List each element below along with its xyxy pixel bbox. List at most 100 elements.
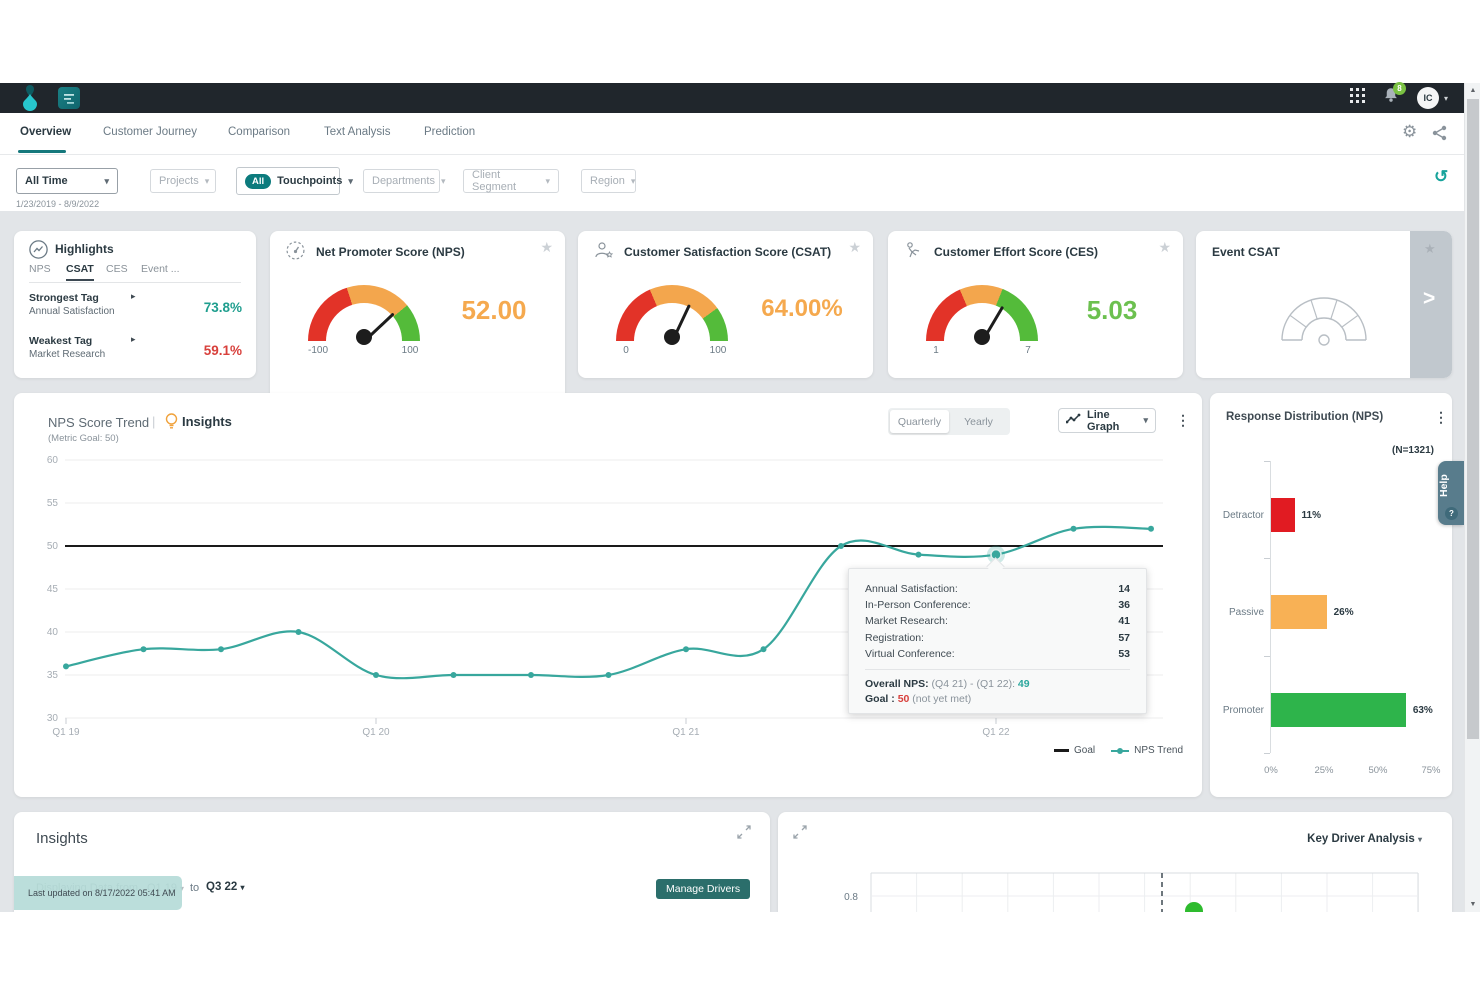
nps-kpi-card[interactable]: Net Promoter Score (NPS) ★ -100 100 52.0… [270, 231, 565, 397]
region-dropdown[interactable]: Region ▾ [581, 169, 636, 193]
last-updated-text: Last updated on 8/17/2022 05:41 AM [28, 888, 176, 898]
passive-bar[interactable] [1271, 595, 1327, 629]
bar-value-label: 63% [1413, 705, 1433, 716]
scrollbar-thumb[interactable] [1467, 99, 1479, 739]
tab-prediction[interactable]: Prediction [424, 126, 475, 138]
person-effort-icon [904, 241, 924, 266]
viewport-cutoff [0, 912, 1480, 987]
share-icon[interactable] [1432, 125, 1447, 146]
carousel-overlay: ★ > [1410, 231, 1452, 378]
time-range-dropdown[interactable]: All Time ▾ [16, 168, 118, 194]
data-point[interactable] [218, 646, 224, 652]
bar-category-label: Passive [1210, 607, 1264, 618]
csat-kpi-card[interactable]: Customer Satisfaction Score (CSAT) ★ 0 1… [578, 231, 873, 378]
legend-goal[interactable]: Goal [1054, 745, 1095, 756]
favorite-star-icon[interactable]: ★ [540, 239, 553, 256]
kpi-title: Customer Satisfaction Score (CSAT) [624, 245, 831, 259]
data-point[interactable] [838, 543, 844, 549]
chevron-down-icon: ▾ [631, 176, 636, 187]
brand-logo-icon[interactable] [20, 85, 40, 116]
favorite-star-icon[interactable]: ★ [1158, 239, 1171, 256]
sample-size-label: (N=1321) [1392, 445, 1434, 456]
apps-grid-icon[interactable] [1350, 88, 1365, 108]
tab-overview[interactable]: Overview [20, 126, 71, 138]
data-point[interactable] [1071, 526, 1077, 532]
favorite-star-icon[interactable]: ★ [848, 239, 861, 256]
data-point[interactable] [1148, 526, 1154, 532]
response-distribution-panel: Response Distribution (NPS) ⋮ (N=1321) D… [1210, 393, 1452, 797]
tab-text-analysis[interactable]: Text Analysis [324, 126, 390, 138]
to-period-dropdown[interactable]: Q3 22 ▾ [206, 881, 245, 893]
bar-value-label: 26% [1334, 607, 1354, 618]
x-tick-label: Q1 20 [362, 727, 390, 738]
csat-gauge: 0 100 [616, 285, 728, 341]
date-range-label: 1/23/2019 - 8/9/2022 [16, 199, 99, 209]
highlights-tab-event[interactable]: Event ... [141, 263, 180, 279]
insights-panel: Insights Displaying Data from Q1 19 ▾ to… [14, 812, 770, 912]
notifications-bell-icon[interactable]: 8 [1383, 87, 1399, 109]
kpi-title: Net Promoter Score (NPS) [316, 245, 465, 259]
axis-tick [1264, 656, 1270, 657]
data-point[interactable] [296, 629, 302, 635]
tab-comparison[interactable]: Comparison [228, 126, 290, 138]
y-tick-label: 0.8 [844, 892, 858, 903]
chevron-down-icon: ▾ [104, 176, 109, 187]
tab-customer-journey[interactable]: Customer Journey [103, 126, 197, 138]
touchpoints-dropdown[interactable]: All Touchpoints ▾ [236, 167, 340, 195]
highlights-tab-csat[interactable]: CSAT [66, 263, 94, 281]
scroll-down-arrow[interactable]: ▼ [1465, 897, 1480, 912]
caret-right-icon[interactable]: ▸ [131, 334, 136, 345]
y-tick-label: 30 [47, 713, 59, 724]
overall-nps-value: 49 [1018, 678, 1030, 690]
promoter-bar[interactable] [1271, 693, 1406, 727]
highlights-title: Highlights [55, 242, 114, 256]
client-segment-dropdown[interactable]: Client Segment ▾ [463, 169, 559, 193]
detractor-bar[interactable] [1271, 498, 1295, 532]
divider [29, 282, 241, 283]
refresh-icon[interactable]: ↺ [1434, 167, 1448, 187]
axis-tick [1264, 461, 1270, 462]
settings-gear-icon[interactable]: ⚙ [1402, 122, 1417, 142]
tooltip-value: 53 [1118, 646, 1130, 662]
data-point[interactable] [373, 672, 379, 678]
user-menu[interactable]: IC ▾ [1417, 87, 1448, 109]
manage-drivers-button[interactable]: Manage Drivers [656, 879, 750, 899]
key-driver-panel: Key Driver Analysis ▾ 0.8 [778, 812, 1452, 912]
highlights-tab-nps[interactable]: NPS [29, 263, 51, 279]
y-tick-label: 60 [47, 455, 59, 466]
legend-label: NPS Trend [1134, 745, 1183, 756]
event-csat-card[interactable]: Event CSAT ★ > [1196, 231, 1452, 378]
avatar[interactable]: IC [1417, 87, 1439, 109]
vertical-scrollbar[interactable]: ▲ ▼ [1464, 83, 1480, 912]
gauge-min-label: 0 [606, 345, 646, 356]
gauge-icon [286, 241, 305, 265]
response-menu-kebab-icon[interactable]: ⋮ [1434, 410, 1448, 424]
caret-right-icon[interactable]: ▸ [131, 291, 136, 302]
data-point[interactable] [141, 646, 147, 652]
highlights-tab-ces[interactable]: CES [106, 263, 128, 279]
data-point[interactable] [606, 672, 612, 678]
data-point[interactable] [761, 646, 767, 652]
help-tab[interactable]: Help ? [1438, 461, 1464, 525]
x-tick-label: 0% [1251, 765, 1291, 776]
csat-value: 64.00% [746, 295, 858, 323]
expand-icon[interactable] [736, 824, 752, 845]
departments-dropdown[interactable]: Departments ▾ [363, 169, 440, 193]
legend-nps-trend[interactable]: NPS Trend [1111, 745, 1183, 756]
app-menu-icon[interactable] [58, 87, 80, 109]
data-point[interactable] [528, 672, 534, 678]
top-navbar: 8 IC ▾ [0, 83, 1464, 113]
ces-kpi-card[interactable]: Customer Effort Score (CES) ★ 1 7 5.03 [888, 231, 1183, 378]
y-tick-label: 50 [47, 541, 59, 552]
data-point[interactable] [451, 672, 457, 678]
data-point[interactable] [683, 646, 689, 652]
y-tick-label: 35 [47, 670, 59, 681]
scroll-up-arrow[interactable]: ▲ [1465, 83, 1480, 98]
tooltip-value: 41 [1118, 613, 1130, 629]
data-point[interactable] [916, 552, 922, 558]
filter-bar: All Time ▾ 1/23/2019 - 8/9/2022 Projects… [0, 155, 1464, 211]
carousel-next-chevron[interactable]: > [1423, 287, 1435, 311]
tooltip-label: Registration: [865, 630, 924, 646]
projects-dropdown[interactable]: Projects ▾ [150, 169, 216, 193]
data-point[interactable] [63, 663, 69, 669]
